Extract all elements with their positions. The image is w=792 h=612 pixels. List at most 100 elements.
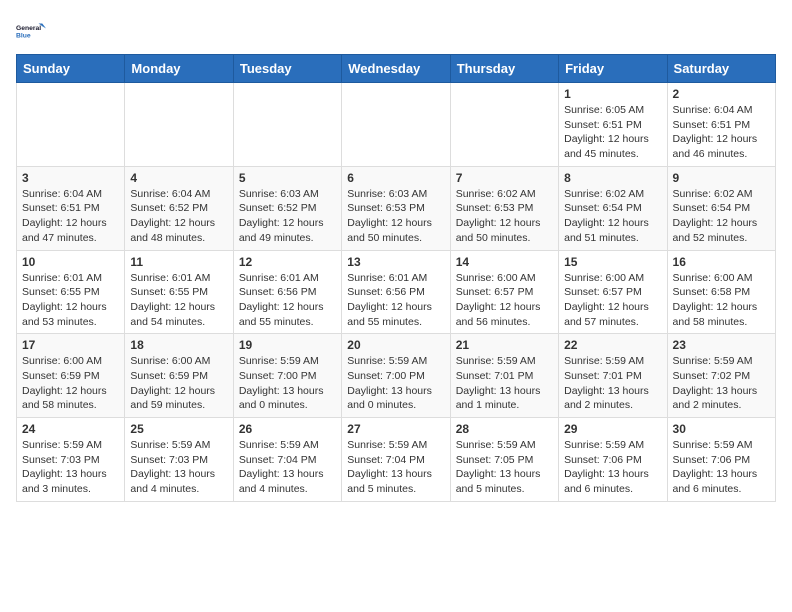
day-number: 15	[564, 255, 661, 269]
cell-content: Sunrise: 5:59 AMSunset: 7:05 PMDaylight:…	[456, 438, 553, 497]
cell-content: Sunrise: 6:02 AMSunset: 6:53 PMDaylight:…	[456, 187, 553, 246]
calendar-cell: 2 Sunrise: 6:04 AMSunset: 6:51 PMDaylight…	[667, 83, 775, 167]
cell-content: Sunrise: 6:04 AMSunset: 6:51 PMDaylight:…	[673, 103, 770, 162]
calendar-cell: 19 Sunrise: 5:59 AMSunset: 7:00 PMDayligh…	[233, 334, 341, 418]
cell-content: Sunrise: 6:04 AMSunset: 6:52 PMDaylight:…	[130, 187, 227, 246]
cell-content: Sunrise: 5:59 AMSunset: 7:04 PMDaylight:…	[347, 438, 444, 497]
cell-content: Sunrise: 6:03 AMSunset: 6:53 PMDaylight:…	[347, 187, 444, 246]
cell-content: Sunrise: 6:00 AMSunset: 6:57 PMDaylight:…	[564, 271, 661, 330]
cell-content: Sunrise: 5:59 AMSunset: 7:03 PMDaylight:…	[130, 438, 227, 497]
logo-icon: GeneralBlue	[16, 16, 46, 46]
cell-content: Sunrise: 6:02 AMSunset: 6:54 PMDaylight:…	[564, 187, 661, 246]
day-header-monday: Monday	[125, 55, 233, 83]
cell-content: Sunrise: 6:04 AMSunset: 6:51 PMDaylight:…	[22, 187, 119, 246]
calendar-cell: 7 Sunrise: 6:02 AMSunset: 6:53 PMDaylight…	[450, 166, 558, 250]
cell-content: Sunrise: 5:59 AMSunset: 7:03 PMDaylight:…	[22, 438, 119, 497]
calendar-cell: 26 Sunrise: 5:59 AMSunset: 7:04 PMDayligh…	[233, 418, 341, 502]
calendar-cell: 13 Sunrise: 6:01 AMSunset: 6:56 PMDayligh…	[342, 250, 450, 334]
day-number: 13	[347, 255, 444, 269]
calendar-cell: 29Sunrise: 5:59 AMSunset: 7:06 PMDayligh…	[559, 418, 667, 502]
calendar-cell: 20 Sunrise: 5:59 AMSunset: 7:00 PMDayligh…	[342, 334, 450, 418]
logo: GeneralBlue	[16, 16, 46, 46]
cell-content: Sunrise: 5:59 AMSunset: 7:00 PMDaylight:…	[239, 354, 336, 413]
calendar-cell: 27 Sunrise: 5:59 AMSunset: 7:04 PMDayligh…	[342, 418, 450, 502]
cell-content: Sunrise: 6:00 AMSunset: 6:59 PMDaylight:…	[22, 354, 119, 413]
cell-content: Sunrise: 5:59 AMSunset: 7:06 PMDaylight:…	[673, 438, 770, 497]
cell-content: Sunrise: 5:59 AMSunset: 7:01 PMDaylight:…	[456, 354, 553, 413]
calendar-cell: 4 Sunrise: 6:04 AMSunset: 6:52 PMDaylight…	[125, 166, 233, 250]
calendar-cell	[450, 83, 558, 167]
calendar-week-row: 1 Sunrise: 6:05 AMSunset: 6:51 PMDaylight…	[17, 83, 776, 167]
calendar-cell: 12Sunrise: 6:01 AMSunset: 6:56 PMDayligh…	[233, 250, 341, 334]
calendar-cell: 8 Sunrise: 6:02 AMSunset: 6:54 PMDaylight…	[559, 166, 667, 250]
calendar-cell: 14Sunrise: 6:00 AMSunset: 6:57 PMDayligh…	[450, 250, 558, 334]
cell-content: Sunrise: 5:59 AMSunset: 7:04 PMDaylight:…	[239, 438, 336, 497]
day-number: 4	[130, 171, 227, 185]
day-number: 18	[130, 338, 227, 352]
cell-content: Sunrise: 5:59 AMSunset: 7:02 PMDaylight:…	[673, 354, 770, 413]
day-number: 11	[130, 255, 227, 269]
cell-content: Sunrise: 6:00 AMSunset: 6:58 PMDaylight:…	[673, 271, 770, 330]
cell-content: Sunrise: 5:59 AMSunset: 7:01 PMDaylight:…	[564, 354, 661, 413]
day-number: 27	[347, 422, 444, 436]
calendar-table: SundayMondayTuesdayWednesdayThursdayFrid…	[16, 54, 776, 502]
cell-content: Sunrise: 6:01 AMSunset: 6:55 PMDaylight:…	[22, 271, 119, 330]
day-number: 28	[456, 422, 553, 436]
cell-content: Sunrise: 6:00 AMSunset: 6:59 PMDaylight:…	[130, 354, 227, 413]
calendar-cell: 18 Sunrise: 6:00 AMSunset: 6:59 PMDayligh…	[125, 334, 233, 418]
day-number: 17	[22, 338, 119, 352]
day-header-tuesday: Tuesday	[233, 55, 341, 83]
day-number: 19	[239, 338, 336, 352]
day-number: 20	[347, 338, 444, 352]
day-number: 2	[673, 87, 770, 101]
calendar-cell: 3 Sunrise: 6:04 AMSunset: 6:51 PMDaylight…	[17, 166, 125, 250]
calendar-cell: 28 Sunrise: 5:59 AMSunset: 7:05 PMDayligh…	[450, 418, 558, 502]
day-number: 26	[239, 422, 336, 436]
calendar-cell: 24Sunrise: 5:59 AMSunset: 7:03 PMDayligh…	[17, 418, 125, 502]
page-header: GeneralBlue	[16, 16, 776, 46]
day-number: 8	[564, 171, 661, 185]
svg-text:Blue: Blue	[16, 32, 31, 39]
calendar-cell: 16Sunrise: 6:00 AMSunset: 6:58 PMDayligh…	[667, 250, 775, 334]
calendar-cell: 21Sunrise: 5:59 AMSunset: 7:01 PMDayligh…	[450, 334, 558, 418]
day-number: 5	[239, 171, 336, 185]
calendar-cell: 1 Sunrise: 6:05 AMSunset: 6:51 PMDaylight…	[559, 83, 667, 167]
day-number: 9	[673, 171, 770, 185]
day-number: 10	[22, 255, 119, 269]
day-number: 6	[347, 171, 444, 185]
calendar-week-row: 3 Sunrise: 6:04 AMSunset: 6:51 PMDaylight…	[17, 166, 776, 250]
calendar-cell: 5 Sunrise: 6:03 AMSunset: 6:52 PMDaylight…	[233, 166, 341, 250]
calendar-week-row: 10 Sunrise: 6:01 AMSunset: 6:55 PMDayligh…	[17, 250, 776, 334]
day-number: 30	[673, 422, 770, 436]
day-number: 14	[456, 255, 553, 269]
cell-content: Sunrise: 5:59 AMSunset: 7:00 PMDaylight:…	[347, 354, 444, 413]
calendar-cell: 17 Sunrise: 6:00 AMSunset: 6:59 PMDayligh…	[17, 334, 125, 418]
day-header-wednesday: Wednesday	[342, 55, 450, 83]
day-number: 25	[130, 422, 227, 436]
day-number: 7	[456, 171, 553, 185]
cell-content: Sunrise: 6:03 AMSunset: 6:52 PMDaylight:…	[239, 187, 336, 246]
day-header-friday: Friday	[559, 55, 667, 83]
calendar-cell	[342, 83, 450, 167]
calendar-cell	[125, 83, 233, 167]
day-number: 3	[22, 171, 119, 185]
calendar-cell: 9 Sunrise: 6:02 AMSunset: 6:54 PMDaylight…	[667, 166, 775, 250]
cell-content: Sunrise: 6:01 AMSunset: 6:56 PMDaylight:…	[347, 271, 444, 330]
calendar-cell: 23 Sunrise: 5:59 AMSunset: 7:02 PMDayligh…	[667, 334, 775, 418]
calendar-cell: 25 Sunrise: 5:59 AMSunset: 7:03 PMDayligh…	[125, 418, 233, 502]
calendar-cell: 6 Sunrise: 6:03 AMSunset: 6:53 PMDaylight…	[342, 166, 450, 250]
calendar-week-row: 24Sunrise: 5:59 AMSunset: 7:03 PMDayligh…	[17, 418, 776, 502]
day-number: 23	[673, 338, 770, 352]
day-number: 1	[564, 87, 661, 101]
cell-content: Sunrise: 6:05 AMSunset: 6:51 PMDaylight:…	[564, 103, 661, 162]
cell-content: Sunrise: 5:59 AMSunset: 7:06 PMDaylight:…	[564, 438, 661, 497]
day-header-sunday: Sunday	[17, 55, 125, 83]
calendar-header-row: SundayMondayTuesdayWednesdayThursdayFrid…	[17, 55, 776, 83]
cell-content: Sunrise: 6:02 AMSunset: 6:54 PMDaylight:…	[673, 187, 770, 246]
svg-text:General: General	[16, 25, 41, 32]
calendar-cell: 22 Sunrise: 5:59 AMSunset: 7:01 PMDayligh…	[559, 334, 667, 418]
calendar-cell	[233, 83, 341, 167]
day-number: 22	[564, 338, 661, 352]
calendar-cell: 30 Sunrise: 5:59 AMSunset: 7:06 PMDayligh…	[667, 418, 775, 502]
calendar-week-row: 17 Sunrise: 6:00 AMSunset: 6:59 PMDayligh…	[17, 334, 776, 418]
